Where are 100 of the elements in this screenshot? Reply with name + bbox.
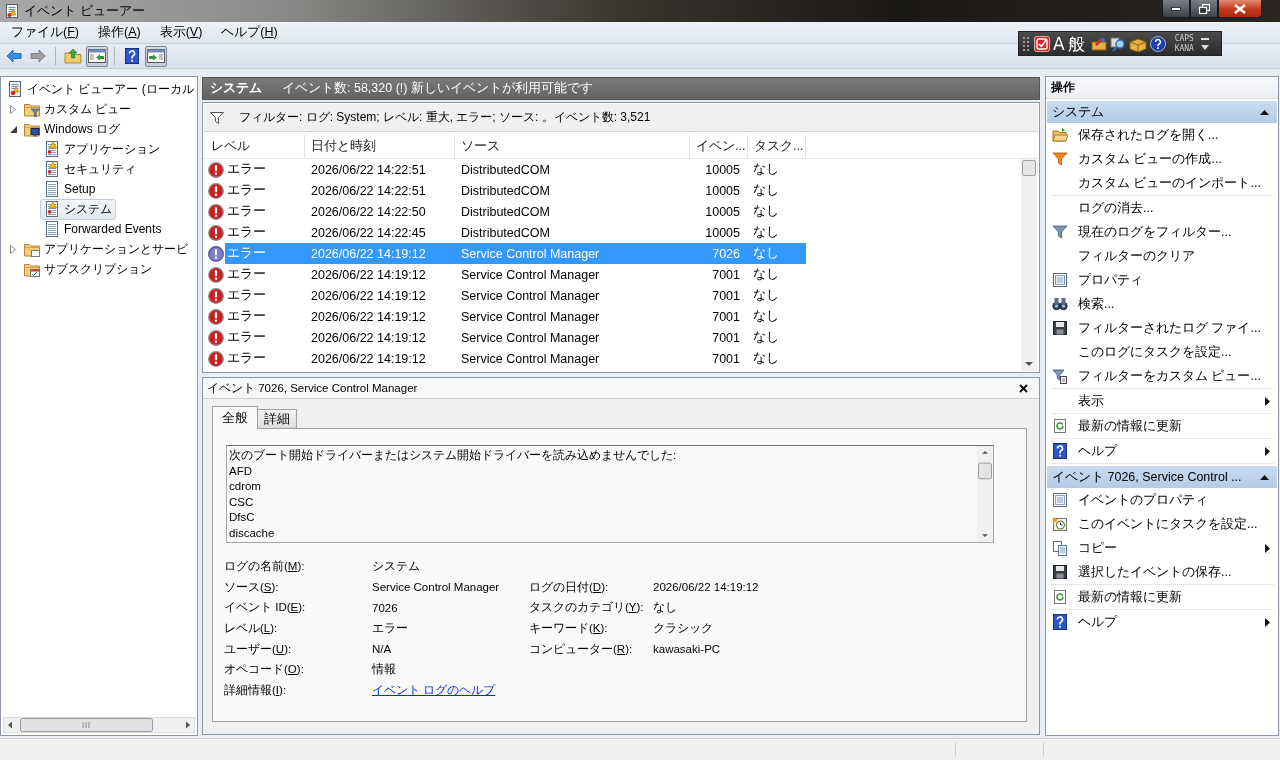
maximize-button[interactable] <box>1190 0 1218 18</box>
vertical-scrollbar[interactable] <box>977 446 993 542</box>
action-item[interactable]: フィルターされたログ ファイ... <box>1052 316 1274 340</box>
tree-item[interactable]: Setup <box>40 179 100 199</box>
column-header[interactable]: ソース <box>455 135 690 158</box>
table-cell-text: 7001 <box>711 309 741 324</box>
column-header[interactable]: 日付と時刻 <box>305 135 455 158</box>
tree-item[interactable]: セキュリティ <box>40 158 140 180</box>
action-item[interactable]: このイベントにタスクを設定... <box>1052 512 1274 536</box>
table-cell-text: なし <box>752 203 780 220</box>
action-item[interactable]: 最新の情報に更新 <box>1052 585 1274 609</box>
column-header[interactable]: タスク... <box>748 135 806 158</box>
action-item[interactable]: ログの消去... <box>1052 196 1274 220</box>
magnifier-icon[interactable] <box>1109 35 1126 52</box>
calendar-folder-icon <box>24 261 40 277</box>
tree-item[interactable]: システム <box>40 198 116 220</box>
pencil-box-icon[interactable] <box>1090 35 1107 52</box>
checkmark-icon[interactable] <box>1034 35 1050 52</box>
conversion-mode-indicator[interactable]: 般 <box>1067 33 1085 54</box>
field-value: kawasaki-PC <box>653 643 721 656</box>
table-cell-text: Service Control Manager <box>460 351 601 366</box>
table-cell-text: DistributedCOM <box>460 225 551 240</box>
box-icon[interactable] <box>1128 35 1147 52</box>
collapse-arrow-icon[interactable] <box>1260 109 1269 115</box>
action-item[interactable]: フィルターをカスタム ビュー... <box>1052 364 1274 388</box>
column-header[interactable]: イベン... <box>690 135 748 158</box>
vertical-scrollbar[interactable] <box>1021 159 1037 371</box>
collapse-arrow-icon[interactable] <box>1260 474 1269 480</box>
table-cell-text: エラー <box>226 182 267 199</box>
tree-item[interactable]: イベント ビューアー (ローカル <box>3 78 198 100</box>
action-item[interactable]: 保存されたログを開く... <box>1052 123 1274 147</box>
help-icon[interactable] <box>1149 35 1166 52</box>
error-icon <box>208 308 224 325</box>
grip-icon <box>1023 35 1029 52</box>
collapsed-arrow-icon[interactable] <box>10 244 16 254</box>
action-item[interactable]: フィルターのクリア <box>1052 244 1274 268</box>
action-item[interactable]: 検索... <box>1052 292 1274 316</box>
event-row[interactable]: エラー 2026/06/22 14:22:51 DistributedCOM 10005 なし <box>225 159 806 180</box>
section-header[interactable]: イベント 7026, Service Control ... <box>1047 466 1277 488</box>
action-item[interactable]: コピー <box>1052 536 1274 560</box>
minimize-icon[interactable] <box>1200 37 1209 41</box>
action-item[interactable]: 現在のログをフィルター... <box>1052 220 1274 244</box>
event-row[interactable]: エラー 2026/06/22 14:22:50 DistributedCOM 10005 なし <box>225 201 806 222</box>
event-row[interactable]: エラー 2026/06/22 14:19:12 Service Control Manager 7001 なし <box>225 348 806 369</box>
tree-item[interactable]: サブスクリプション <box>20 258 156 280</box>
action-item[interactable]: 表示 <box>1052 389 1274 413</box>
message-field[interactable]: 次のブート開始ドライバーまたはシステム開始ドライバーを読み込めませんでした: AFD cdrom CSC DfsC discache <box>226 445 994 543</box>
help-link[interactable]: イベント ログのヘルプ <box>372 683 496 696</box>
input-mode-indicator[interactable]: A <box>1053 33 1065 54</box>
close-icon <box>1018 383 1028 393</box>
tree-item[interactable]: アプリケーション <box>40 138 164 160</box>
tree-item[interactable]: カスタム ビュー <box>20 98 136 120</box>
action-item[interactable]: イベントのプロパティ <box>1052 488 1274 512</box>
section-header[interactable]: システム <box>1047 101 1277 123</box>
field-value: 情報 <box>372 662 397 678</box>
close-button[interactable] <box>1017 382 1029 394</box>
horizontal-scrollbar[interactable] <box>3 717 195 733</box>
minimize-button[interactable] <box>1162 0 1190 18</box>
action-item[interactable]: ヘルプ <box>1052 610 1274 634</box>
toggle-tree-button[interactable] <box>86 45 108 67</box>
table-cell-text: 7026 <box>711 246 741 261</box>
column-header[interactable]: レベル <box>205 135 305 158</box>
action-item[interactable]: このログにタスクを設定... <box>1052 340 1274 364</box>
menu-item[interactable]: 表示(V) <box>157 23 205 42</box>
action-item[interactable]: カスタム ビューの作成... <box>1052 147 1274 171</box>
restore-icon <box>1198 3 1210 14</box>
close-button[interactable] <box>1218 0 1262 18</box>
field-label: レベル(L): <box>224 620 279 636</box>
menu-item[interactable]: ヘルプ(H) <box>219 23 280 42</box>
table-cell-text: エラー <box>226 287 267 304</box>
table-cell-text: エラー <box>226 245 267 262</box>
expanded-arrow-icon[interactable] <box>9 125 17 133</box>
event-row[interactable]: エラー 2026/06/22 14:22:51 DistributedCOM 10005 なし <box>225 180 806 201</box>
collapsed-arrow-icon[interactable] <box>10 104 16 114</box>
message-line: DfsC <box>229 510 256 525</box>
event-row[interactable]: エラー 2026/06/22 14:22:45 DistributedCOM 10005 なし <box>225 222 806 243</box>
event-row[interactable]: エラー 2026/06/22 14:19:12 Service Control Manager 7001 なし <box>225 306 806 327</box>
log-warning-icon <box>44 161 60 177</box>
menu-item[interactable]: ファイル(F) <box>9 23 81 42</box>
table-cell-text: 2026/06/22 14:22:51 <box>310 162 427 177</box>
action-item[interactable]: 最新の情報に更新 <box>1052 414 1274 438</box>
log-title: システム <box>210 80 262 97</box>
event-row[interactable]: エラー 2026/06/22 14:19:12 Service Control Manager 7001 なし <box>225 285 806 306</box>
table-cell-text: エラー <box>226 224 267 241</box>
refresh-icon <box>1052 589 1068 605</box>
field-value: N/A <box>372 643 393 656</box>
tree-item[interactable]: Windows ログ <box>20 118 124 140</box>
tab[interactable]: 詳細 <box>257 409 297 428</box>
action-item[interactable]: プロパティ <box>1052 268 1274 292</box>
tab[interactable]: 全般 <box>212 406 258 429</box>
dropdown-arrow-icon[interactable] <box>1200 44 1209 50</box>
event-row[interactable]: エラー 2026/06/22 14:19:12 Service Control Manager 7001 なし <box>225 264 806 285</box>
action-item[interactable]: ヘルプ <box>1052 439 1274 463</box>
event-row[interactable]: エラー 2026/06/22 14:19:12 Service Control Manager 7001 なし <box>225 327 806 348</box>
toggle-actions-button[interactable] <box>145 45 167 67</box>
tree-item[interactable]: アプリケーションとサービ <box>20 238 192 260</box>
menu-item[interactable]: 操作(A) <box>96 23 143 42</box>
tree-item[interactable]: Forwarded Events <box>40 219 166 239</box>
action-item[interactable]: 選択したイベントの保存... <box>1052 560 1274 584</box>
action-item[interactable]: カスタム ビューのインポート... <box>1052 171 1274 195</box>
